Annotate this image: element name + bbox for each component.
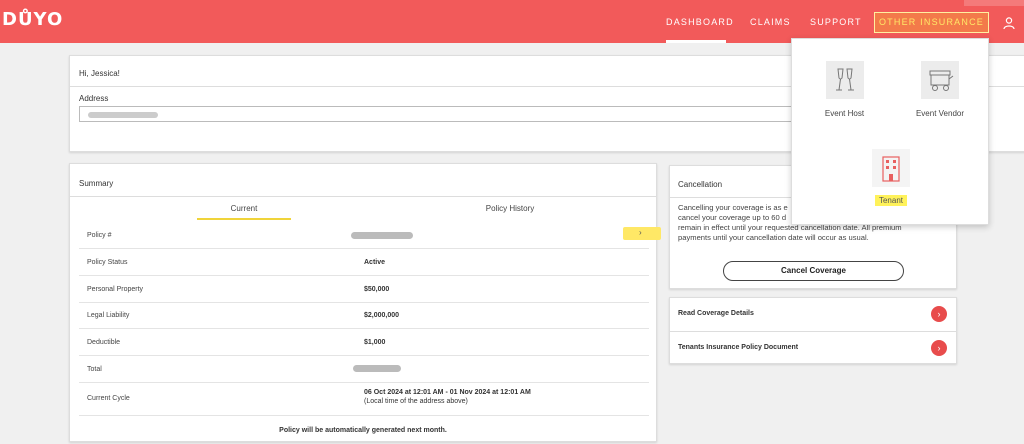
row-label: Legal Liability bbox=[87, 312, 130, 319]
divider bbox=[70, 196, 656, 197]
summary-title: Summary bbox=[79, 179, 114, 188]
nav-other-insurance[interactable]: OTHER INSURANCE bbox=[874, 12, 989, 33]
row-label: Policy Status bbox=[87, 259, 128, 266]
doc-item-coverage-details[interactable]: Read Coverage Details › bbox=[670, 298, 956, 331]
policy-details-button[interactable]: › bbox=[623, 227, 661, 240]
row-label: Policy # bbox=[87, 232, 112, 239]
food-cart-icon bbox=[921, 61, 959, 99]
user-icon[interactable] bbox=[1002, 16, 1016, 30]
row-value: Active bbox=[364, 259, 386, 266]
row-deductible: Deductible $1,000 bbox=[79, 329, 649, 356]
redacted-address bbox=[88, 112, 158, 118]
row-total: Total bbox=[79, 356, 649, 383]
cancellation-title: Cancellation bbox=[678, 180, 723, 189]
arrow-right-icon[interactable]: › bbox=[931, 306, 947, 322]
dropdown-item-label: Event Vendor bbox=[915, 109, 965, 118]
dropdown-item-event-vendor[interactable]: Event Vendor bbox=[910, 61, 970, 118]
row-label: Personal Property bbox=[87, 286, 144, 293]
dropdown-item-event-host[interactable]: Event Host bbox=[817, 61, 872, 118]
row-value: $50,000 bbox=[364, 286, 390, 293]
greeting-text: Hi, Jessica! bbox=[79, 69, 120, 78]
address-label: Address bbox=[79, 94, 109, 103]
dropdown-item-tenant[interactable]: Tenant bbox=[870, 149, 912, 208]
row-value: $1,000 bbox=[364, 339, 386, 346]
row-value: 06 Oct 2024 at 12:01 AM - 01 Nov 2024 at… bbox=[364, 389, 531, 396]
description-line: payments until your cancellation date wi… bbox=[678, 233, 869, 242]
chevron-right-icon: › bbox=[639, 228, 642, 237]
row-policy-number: Policy # › bbox=[79, 222, 661, 249]
row-personal-property: Personal Property $50,000 bbox=[79, 276, 649, 303]
row-label: Current Cycle bbox=[87, 395, 130, 402]
row-label: Total bbox=[87, 366, 102, 373]
nav-dashboard[interactable]: DASHBOARD bbox=[666, 17, 734, 27]
arrow-right-icon[interactable]: › bbox=[931, 340, 947, 356]
brand-logo[interactable]: DŮYO bbox=[2, 9, 63, 30]
row-subvalue: (Local time of the address above) bbox=[364, 398, 468, 405]
documents-card: Read Coverage Details › Tenants Insuranc… bbox=[669, 297, 957, 364]
redacted-policy-number bbox=[351, 232, 413, 239]
dropdown-item-label: Tenant bbox=[874, 195, 908, 206]
dropdown-item-label: Event Host bbox=[824, 109, 865, 118]
top-strip bbox=[964, 0, 1024, 6]
tab-current[interactable]: Current bbox=[197, 204, 291, 213]
apartment-building-icon bbox=[872, 149, 910, 187]
nav-claims[interactable]: CLAIMS bbox=[750, 17, 791, 27]
nav-active-indicator bbox=[666, 40, 726, 43]
nav-support[interactable]: SUPPORT bbox=[810, 17, 862, 27]
doc-label: Read Coverage Details bbox=[678, 310, 754, 317]
row-value: $2,000,000 bbox=[364, 312, 400, 319]
tab-policy-history[interactable]: Policy History bbox=[460, 204, 560, 213]
tab-active-indicator bbox=[197, 218, 291, 220]
row-legal-liability: Legal Liability $2,000,000 bbox=[79, 303, 649, 329]
redacted-total bbox=[353, 365, 401, 372]
row-policy-status: Policy Status Active bbox=[79, 249, 649, 276]
other-insurance-dropdown: Event Host Event Vendor Tenant bbox=[791, 38, 989, 225]
doc-label: Tenants Insurance Policy Document bbox=[678, 344, 799, 351]
summary-card: Summary Current Policy History Policy # … bbox=[69, 163, 661, 442]
cancel-coverage-button[interactable]: Cancel Coverage bbox=[723, 261, 904, 281]
champagne-glasses-icon bbox=[825, 61, 864, 99]
row-current-cycle: Current Cycle 06 Oct 2024 at 12:01 AM - … bbox=[79, 383, 649, 416]
row-label: Deductible bbox=[87, 339, 121, 346]
doc-item-policy-document[interactable]: Tenants Insurance Policy Document › bbox=[670, 332, 956, 365]
top-navbar: DŮYO DASHBOARD CLAIMS SUPPORT OTHER INSU… bbox=[0, 0, 1024, 43]
policy-footer-note: Policy will be automatically generated n… bbox=[279, 427, 447, 434]
